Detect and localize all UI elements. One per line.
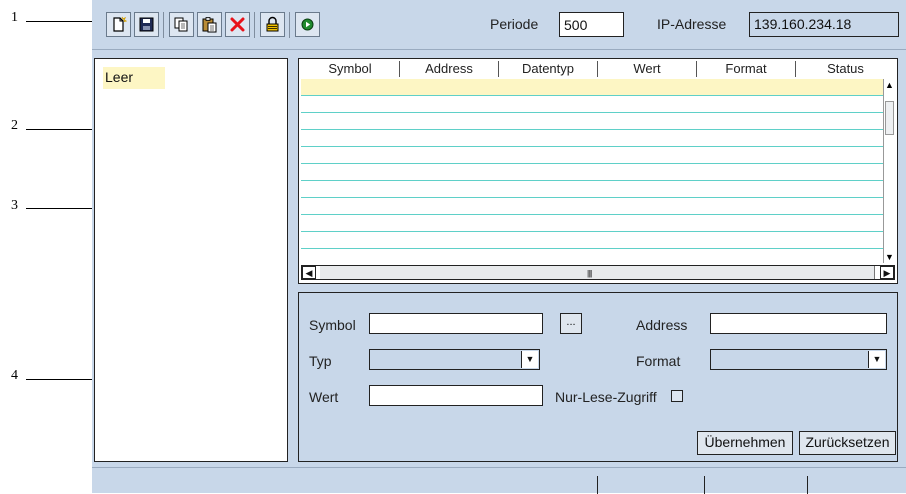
status-divider [704, 476, 705, 494]
callout-1: 1 [11, 10, 18, 25]
toolbar: Periode IP-Adresse 139.160.234.18 [92, 0, 906, 48]
save-icon [139, 17, 154, 32]
symbol-label: Symbol [309, 317, 356, 333]
column-header-datatype[interactable]: Datentyp [499, 61, 598, 77]
column-header-symbol[interactable]: Symbol [301, 61, 400, 77]
table-row[interactable] [301, 79, 893, 96]
new-icon [113, 16, 127, 32]
scroll-right-icon[interactable]: ▶ [880, 266, 894, 279]
vertical-scroll-thumb[interactable] [885, 101, 894, 135]
symbol-tree-panel[interactable]: Leer [94, 58, 288, 462]
status-bar [92, 467, 906, 494]
status-divider [597, 476, 598, 494]
toolbar-separator [163, 12, 164, 38]
type-label: Typ [309, 353, 332, 369]
horizontal-scrollbar[interactable]: ◀ |||| ▶ [301, 265, 895, 280]
horizontal-scroll-thumb[interactable]: |||| [320, 266, 875, 279]
ip-address-label: IP-Adresse [657, 16, 727, 32]
period-input[interactable] [559, 12, 624, 37]
table-row[interactable] [301, 215, 893, 232]
scroll-up-icon[interactable]: ▲ [885, 80, 894, 90]
table-row[interactable] [301, 232, 893, 249]
toolbar-separator [254, 12, 255, 38]
copy-button[interactable] [169, 12, 194, 37]
callout-4: 4 [11, 368, 18, 383]
readonly-label: Nur-Lese-Zugriff [555, 389, 657, 405]
format-select[interactable]: ▼ [710, 349, 887, 370]
paste-icon [202, 17, 217, 33]
delete-icon [230, 17, 245, 32]
ip-address-field[interactable]: 139.160.234.18 [749, 12, 899, 37]
column-header-format[interactable]: Format [697, 61, 796, 77]
lock-icon [266, 16, 279, 32]
save-button[interactable] [134, 12, 159, 37]
new-button[interactable] [106, 12, 131, 37]
tree-item-empty[interactable]: Leer [103, 67, 165, 89]
scroll-left-icon[interactable]: ◀ [302, 266, 316, 279]
table-row[interactable] [301, 198, 893, 215]
variable-table[interactable]: Symbol Address Datentyp Wert Format Stat… [298, 58, 898, 284]
run-button[interactable] [295, 12, 320, 37]
grip-icon: |||| [587, 269, 592, 278]
table-row[interactable] [301, 130, 893, 147]
address-input[interactable] [710, 313, 887, 334]
table-row[interactable] [301, 164, 893, 181]
column-header-value[interactable]: Wert [598, 61, 697, 77]
browse-button[interactable]: ... [560, 313, 582, 334]
run-icon [301, 18, 314, 31]
vertical-scrollbar[interactable]: ▲ ▼ [883, 79, 895, 263]
column-header-status[interactable]: Status [796, 61, 895, 77]
address-label: Address [636, 317, 688, 333]
toolbar-separator [289, 12, 290, 38]
period-label: Periode [490, 16, 539, 32]
status-divider [807, 476, 808, 494]
table-row[interactable] [301, 181, 893, 198]
table-row[interactable] [301, 147, 893, 164]
edit-form-panel: Symbol ... Address Typ ▼ Format ▼ Wert N… [298, 292, 898, 462]
table-row[interactable] [301, 113, 893, 130]
scroll-down-icon[interactable]: ▼ [885, 252, 894, 262]
table-body [301, 79, 893, 266]
table-row[interactable] [301, 96, 893, 113]
callout-3: 3 [11, 198, 18, 213]
readonly-checkbox[interactable] [671, 390, 683, 402]
lock-button[interactable] [260, 12, 285, 37]
chevron-down-icon[interactable]: ▼ [521, 351, 538, 368]
toolbar-divider [92, 49, 906, 50]
value-input[interactable] [369, 385, 543, 406]
column-header-address[interactable]: Address [400, 61, 499, 77]
table-header: Symbol Address Datentyp Wert Format Stat… [301, 61, 895, 77]
chevron-down-icon[interactable]: ▼ [868, 351, 885, 368]
apply-button[interactable]: Übernehmen [697, 431, 793, 455]
copy-icon [174, 17, 188, 32]
value-label: Wert [309, 389, 339, 405]
reset-button[interactable]: Zurücksetzen [799, 431, 896, 455]
monitor-window: Periode IP-Adresse 139.160.234.18 Leer S… [92, 0, 906, 494]
table-row[interactable] [301, 249, 893, 266]
callout-2: 2 [11, 118, 18, 133]
format-label: Format [636, 353, 681, 369]
delete-button[interactable] [225, 12, 250, 37]
paste-button[interactable] [197, 12, 222, 37]
type-select[interactable]: ▼ [369, 349, 540, 370]
symbol-input[interactable] [369, 313, 543, 334]
